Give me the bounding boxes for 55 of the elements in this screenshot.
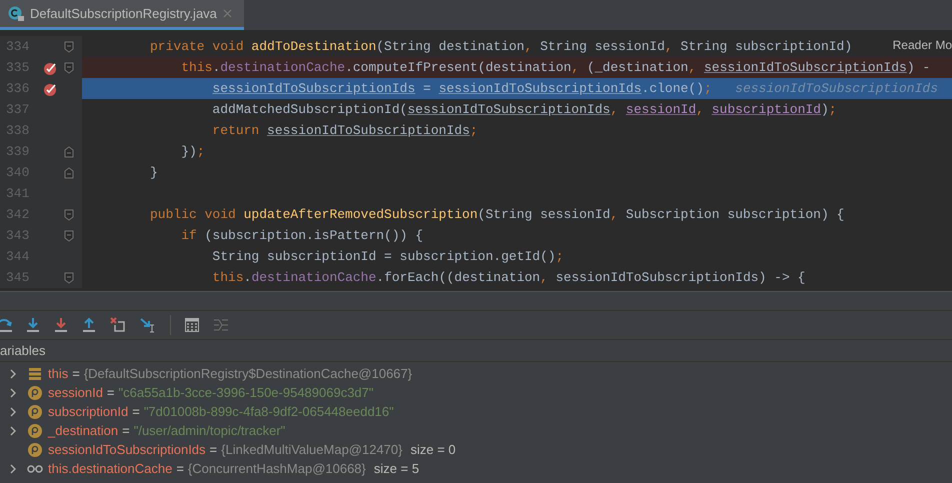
step-over-icon[interactable] bbox=[0, 317, 12, 333]
equals-sign: = bbox=[72, 364, 80, 383]
fold-icon[interactable] bbox=[64, 208, 74, 220]
variable-size: size = 5 bbox=[374, 460, 420, 478]
variable-name: _destination bbox=[48, 422, 118, 440]
fold-icon[interactable] bbox=[64, 62, 74, 74]
variable-value: "/user/admin/topic/tracker" bbox=[134, 422, 286, 440]
code-line: if (subscription.isPattern()) { bbox=[180, 226, 424, 245]
variable-name: subscriptionId bbox=[48, 402, 128, 421]
variable-value: {DefaultSubscriptionRegistry$DestinationCache@10667} bbox=[84, 364, 412, 383]
variable-row[interactable]: sessionIdToSubscriptionIds = {LinkedMultiValueMap@12470} size = 0 bbox=[0, 440, 952, 459]
code-line: public void updateAfterRemovedSubscription(String sessionId, Subscription subscription) { bbox=[150, 206, 844, 224]
code-line: addMatchedSubscriptionId(sessionIdToSubscriptionIds, sessionId, subscriptionId); bbox=[211, 100, 837, 119]
fold-icon[interactable] bbox=[64, 146, 74, 158]
variable-name: this bbox=[48, 364, 68, 383]
drop-frame-icon[interactable] bbox=[110, 317, 126, 333]
code-line: String subscriptionId = subscription.getId(); bbox=[211, 248, 564, 266]
code-line: private void addToDestination(String destination, String sessionId, String subscriptionId) bbox=[150, 38, 852, 56]
fold-icon[interactable] bbox=[64, 230, 74, 242]
equals-sign: = bbox=[106, 384, 115, 402]
variable-row[interactable]: subscriptionId = "7d01008b-899c-4fa8-9df2-065448eedd16" bbox=[0, 402, 952, 421]
variable-name: sessionId bbox=[48, 384, 103, 402]
variable-size: size = 0 bbox=[410, 440, 456, 459]
step-out-icon[interactable] bbox=[82, 317, 96, 333]
code-line: }); bbox=[180, 142, 205, 161]
equals-sign: = bbox=[210, 440, 218, 459]
equals-sign: = bbox=[176, 460, 184, 478]
class-file-icon bbox=[8, 6, 24, 22]
step-into-icon[interactable] bbox=[26, 317, 40, 333]
equals-sign: = bbox=[122, 422, 130, 440]
code-line: this.destinationCache.computeIfPresent(destination, (_destination, sessionIdToSubscriptionIds) - bbox=[180, 58, 930, 77]
variable-value: "c6a55a1b-3cce-3996-150e-95489069c3d7" bbox=[118, 384, 374, 402]
code-line: sessionIdToSubscriptionIds = sessionIdToSubscriptionIds.clone(); sessionIdToSubscriptionIds bbox=[211, 80, 938, 98]
variable-row[interactable]: this = {DefaultSubscriptionRegistry$DestinationCache@10667} bbox=[0, 364, 952, 383]
expand-chevron-icon[interactable] bbox=[10, 464, 16, 474]
variable-value: {LinkedMultiValueMap@12470} bbox=[221, 440, 402, 459]
code-line: } bbox=[150, 164, 158, 182]
variable-row[interactable]: sessionId = "c6a55a1b-3cce-3996-150e-95489069c3d7" bbox=[0, 383, 952, 402]
variable-name: this.destinationCache bbox=[48, 460, 172, 478]
equals-sign: = bbox=[132, 402, 140, 421]
code-line: this.destinationCache.forEach((destination, sessionIdToSubscriptionIds) -> { bbox=[211, 268, 806, 287]
fold-icon[interactable] bbox=[64, 166, 74, 178]
variable-name: sessionIdToSubscriptionIds bbox=[48, 440, 206, 459]
variable-value: "7d01008b-899c-4fa8-9df2-065448eedd16" bbox=[144, 402, 394, 421]
variable-row[interactable]: this.destinationCache = {ConcurrentHashMap@10668} size = 5 bbox=[0, 459, 952, 478]
calculator-icon[interactable] bbox=[185, 318, 199, 332]
fold-icon[interactable] bbox=[64, 272, 74, 284]
run-to-cursor-icon[interactable] bbox=[140, 317, 156, 333]
variables-header: ariables bbox=[0, 342, 46, 360]
variable-value: {ConcurrentHashMap@10668} bbox=[188, 460, 366, 478]
force-step-into-icon[interactable] bbox=[54, 317, 68, 333]
fold-icon[interactable] bbox=[64, 40, 74, 52]
file-tab[interactable]: DefaultSubscriptionRegistry.java bbox=[0, 0, 244, 30]
variable-row[interactable]: _destination = "/user/admin/topic/tracker" bbox=[0, 421, 952, 440]
code-line: return sessionIdToSubscriptionIds; bbox=[211, 122, 478, 140]
